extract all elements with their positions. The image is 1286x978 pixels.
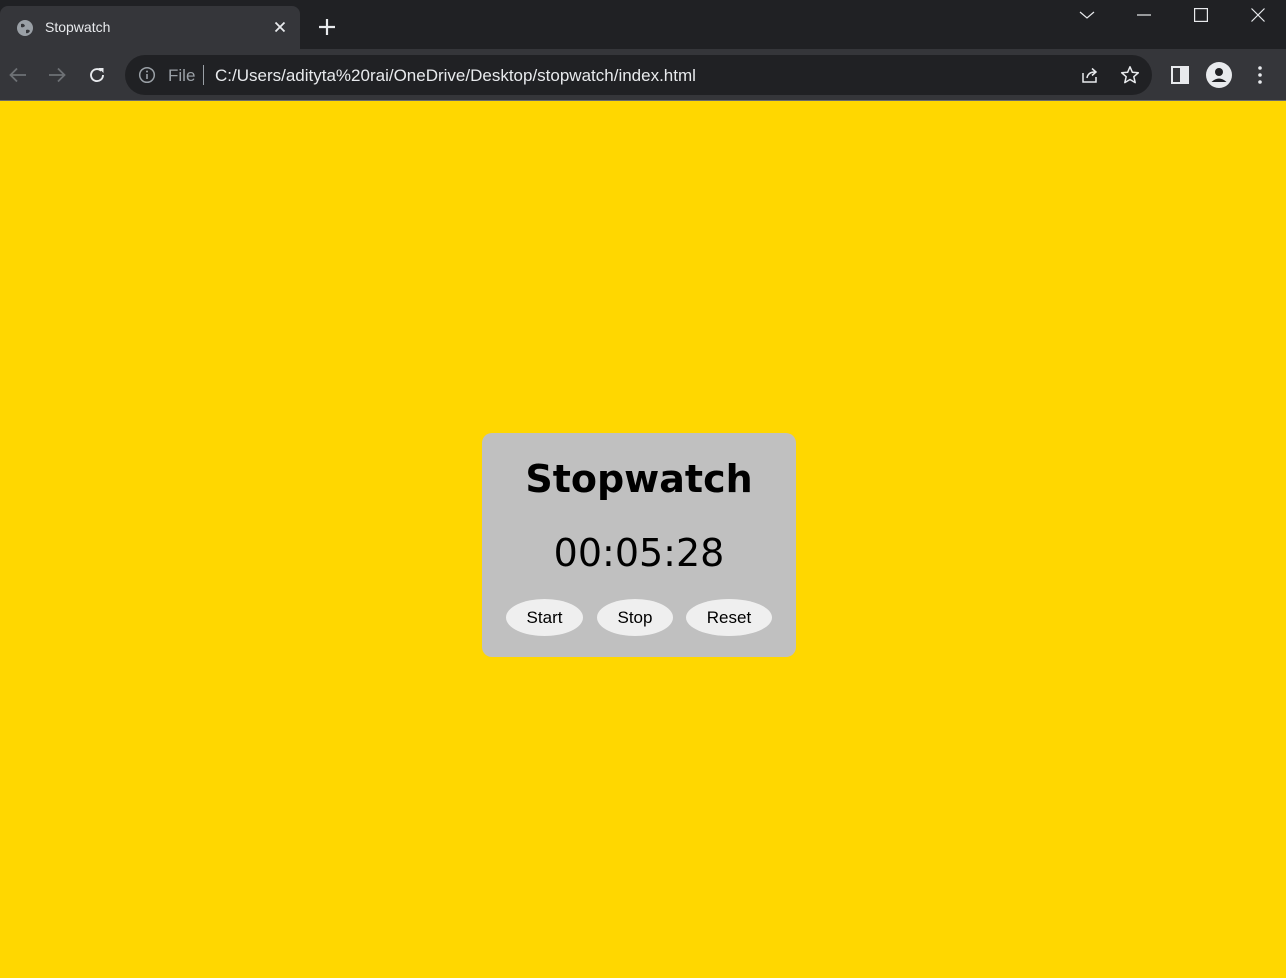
browser-tab[interactable]: Stopwatch	[0, 6, 300, 49]
close-icon[interactable]	[270, 17, 290, 37]
browser-toolbar: File C:/Users/adityta%20rai/OneDrive/Des…	[0, 49, 1286, 101]
minimize-icon[interactable]	[1121, 0, 1167, 30]
stopwatch-card: Stopwatch 00:05:28 Start Stop Reset	[482, 433, 796, 657]
start-button[interactable]: Start	[506, 599, 583, 636]
kebab-menu-icon[interactable]	[1246, 61, 1274, 89]
close-window-icon[interactable]	[1235, 0, 1281, 30]
browser-title-bar: Stopwatch	[0, 0, 1286, 49]
reload-icon[interactable]	[83, 61, 111, 89]
profile-icon[interactable]	[1205, 61, 1233, 89]
back-arrow-icon[interactable]	[4, 61, 32, 89]
chevron-down-icon[interactable]	[1064, 0, 1110, 30]
plus-icon[interactable]	[316, 16, 338, 38]
forward-arrow-icon[interactable]	[43, 61, 71, 89]
url-text[interactable]: C:/Users/adityta%20rai/OneDrive/Desktop/…	[215, 66, 696, 86]
share-icon[interactable]	[1079, 64, 1101, 86]
side-panel-icon[interactable]	[1166, 61, 1194, 89]
info-icon[interactable]	[138, 66, 156, 84]
reset-button[interactable]: Reset	[686, 599, 772, 636]
globe-icon	[16, 19, 34, 37]
stop-button[interactable]: Stop	[597, 599, 673, 636]
page-viewport: Stopwatch 00:05:28 Start Stop Reset	[0, 102, 1286, 978]
url-scheme-label: File	[168, 66, 196, 85]
star-icon[interactable]	[1119, 64, 1141, 86]
url-separator	[203, 65, 204, 85]
stopwatch-display: 00:05:28	[553, 531, 725, 575]
address-bar[interactable]: File C:/Users/adityta%20rai/OneDrive/Des…	[125, 55, 1152, 95]
stopwatch-title: Stopwatch	[525, 457, 753, 501]
tab-title: Stopwatch	[45, 19, 111, 35]
maximize-icon[interactable]	[1178, 0, 1224, 30]
